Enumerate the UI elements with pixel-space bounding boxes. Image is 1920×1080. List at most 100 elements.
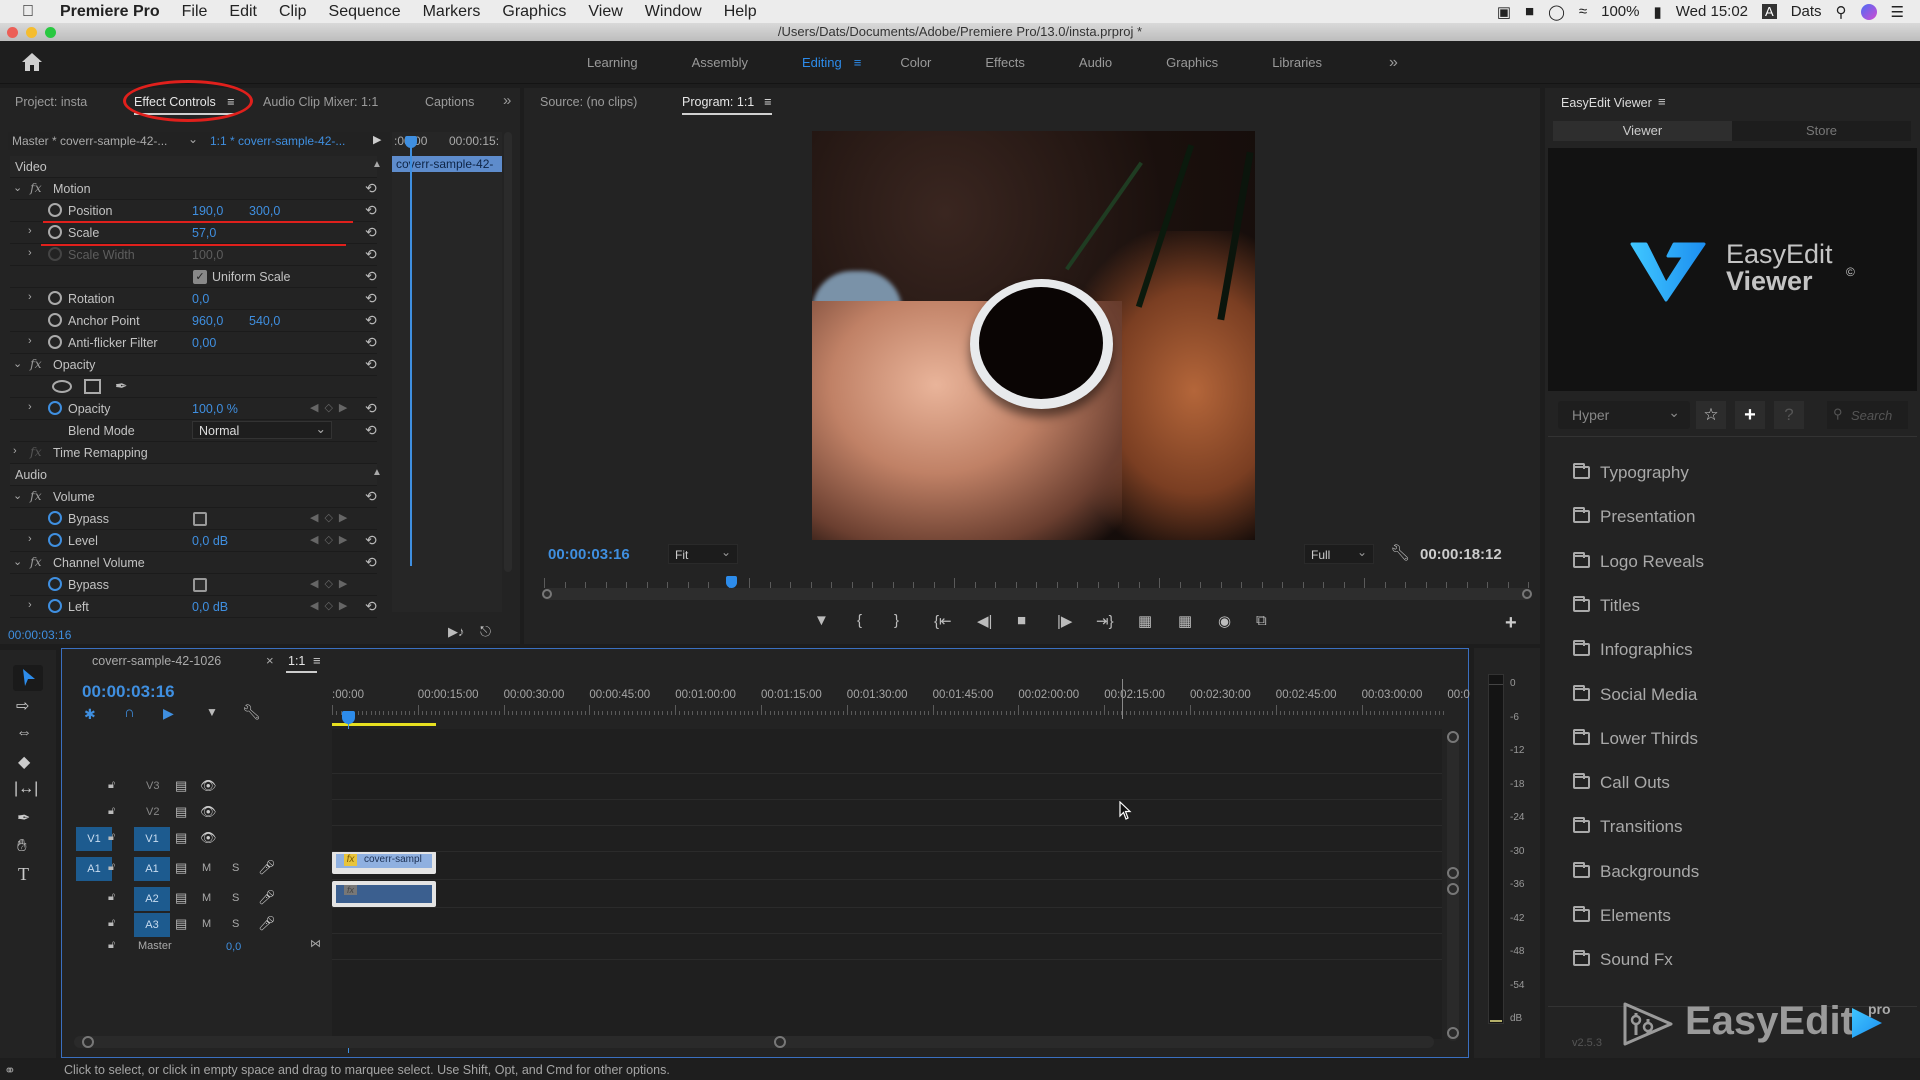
fx-icon[interactable]: fx (30, 180, 42, 195)
razor-tool-icon[interactable]: ◆ (18, 752, 30, 772)
siri-icon[interactable] (1860, 3, 1877, 20)
workspace-tab-audio[interactable]: Audio (1079, 55, 1112, 70)
chevron-right-icon[interactable]: › (13, 445, 17, 457)
vscroll-handle-top[interactable] (1447, 731, 1459, 743)
menu-help[interactable]: Help (724, 3, 757, 21)
go-to-out-icon[interactable]: ⇥} (1096, 612, 1114, 630)
workspace-tab-editing[interactable]: Editing ≡ (802, 55, 861, 70)
audio-clip[interactable]: fx (332, 881, 436, 907)
keyframe-nav-icon[interactable]: ◀◇▶ (310, 401, 353, 414)
chevron-down-icon[interactable]: ⌄ (13, 357, 22, 370)
panel-menu-icon[interactable]: ≡ (764, 95, 771, 109)
effect-controls-scrollbar[interactable] (504, 132, 512, 572)
solo-button[interactable]: S (232, 892, 239, 904)
reset-icon[interactable]: ⟲ (365, 532, 385, 550)
eye-icon[interactable]: 👁︎ (200, 804, 217, 820)
stopwatch-icon[interactable] (48, 203, 62, 217)
sync-lock-icon[interactable]: ▤ (175, 778, 187, 794)
effect-motion[interactable]: ⌄ fx Motion ⟲ (10, 178, 377, 200)
easyedit-search-input[interactable]: ⚲ Search (1827, 401, 1908, 429)
rotation-value[interactable]: 0,0 (192, 292, 209, 306)
sync-lock-icon[interactable]: ▤ (175, 890, 187, 906)
workspace-menu-icon[interactable]: ≡ (854, 55, 862, 70)
chevron-right-icon[interactable]: › (28, 599, 32, 611)
program-current-timecode[interactable]: 00:00:03:16 (548, 546, 630, 563)
add-marker-icon[interactable]: ▼ (814, 612, 829, 629)
snap-magnet-icon[interactable]: ∩ (124, 704, 135, 721)
bypass-checkbox[interactable] (193, 578, 207, 592)
folder-item[interactable]: Backgrounds (1573, 859, 1873, 887)
reset-icon[interactable]: ⟲ (365, 400, 385, 418)
input-source-icon[interactable]: A (1762, 4, 1777, 19)
add-marker-icon[interactable]: ▼ (206, 705, 218, 719)
microphone-icon[interactable]: 🎤︎ (258, 915, 276, 932)
apple-icon[interactable]:  (22, 3, 42, 21)
track-target[interactable]: V1 (134, 827, 170, 851)
lock-icon[interactable]: 🔓︎ (108, 939, 115, 952)
effect-volume[interactable]: ⌄ fx Volume ⟲ (10, 486, 377, 508)
reset-icon[interactable]: ⟲ (365, 554, 385, 572)
go-to-in-icon[interactable]: {⇤ (934, 612, 952, 630)
workspace-overflow-button[interactable]: » (1389, 54, 1398, 72)
anchor-x-value[interactable]: 960,0 (192, 314, 223, 328)
add-button[interactable]: + (1735, 401, 1765, 429)
nest-sequence-icon[interactable]: ✱ (84, 706, 96, 723)
master-expand-icon[interactable]: ⋈ (310, 937, 321, 950)
mute-button[interactable]: M (202, 918, 211, 930)
workspace-tab-libraries[interactable]: Libraries (1272, 55, 1322, 70)
effect-controls-timecode[interactable]: 00:00:03:16 (8, 628, 71, 642)
pen-mask-icon[interactable]: ✒ (115, 377, 128, 395)
effect-time-remapping[interactable]: › fx Time Remapping (10, 442, 377, 464)
play-clip-audio-icon[interactable]: ▶♪ (448, 624, 465, 640)
source-patch[interactable]: V1 (76, 827, 112, 851)
slip-tool-icon[interactable]: |↔| (14, 780, 38, 798)
reset-icon[interactable]: ⟲ (365, 422, 385, 440)
easyedit-tab-store[interactable]: Store (1732, 121, 1911, 141)
menu-app-name[interactable]: Premiere Pro (60, 3, 160, 21)
linked-selection-icon[interactable]: ▶ (163, 705, 174, 722)
mark-out-icon[interactable]: } (894, 612, 899, 629)
lock-icon[interactable]: 🔓︎ (108, 779, 115, 792)
user-name[interactable]: Dats (1791, 3, 1822, 20)
menu-edit[interactable]: Edit (229, 3, 257, 21)
sequence-clip-label[interactable]: 1:1 * coverr-sample-42-... (210, 134, 345, 148)
source-patch[interactable]: A1 (76, 857, 112, 881)
chevron-right-icon[interactable]: › (28, 225, 32, 237)
chevron-down-icon[interactable]: ⌄ (188, 132, 198, 146)
minimize-window-button[interactable] (26, 27, 37, 38)
chevron-down-icon[interactable]: ⌄ (13, 489, 22, 502)
export-icon[interactable]: ⎋ (480, 623, 491, 640)
ellipse-mask-icon[interactable] (52, 380, 72, 393)
comparison-view-icon[interactable]: ⧉ (1256, 612, 1267, 629)
folder-item[interactable]: Call Outs (1573, 770, 1873, 798)
export-frame-camera-icon[interactable]: ◉ (1218, 612, 1231, 630)
pen-tool-icon[interactable]: ✒ (17, 808, 30, 828)
mute-button[interactable]: M (202, 862, 211, 874)
program-playhead[interactable] (726, 576, 738, 588)
reset-icon[interactable]: ⟲ (365, 202, 385, 220)
hscroll-handle-left[interactable] (82, 1036, 94, 1048)
button-editor-plus-icon[interactable]: + (1505, 612, 1517, 635)
spotlight-search-icon[interactable]: ⚲ (1836, 3, 1847, 21)
chevron-right-icon[interactable]: › (28, 291, 32, 303)
stopwatch-icon[interactable] (48, 335, 62, 349)
zoom-window-button[interactable] (45, 27, 56, 38)
lock-icon[interactable]: 🔓︎ (108, 891, 115, 904)
folder-item[interactable]: Social Media (1573, 682, 1873, 710)
timeline-horizontal-scrollbar[interactable] (74, 1036, 1434, 1048)
wifi-icon[interactable]: ≈ (1579, 3, 1587, 20)
track-target[interactable]: A2 (134, 887, 170, 911)
panel-menu-icon[interactable]: ≡ (1658, 94, 1666, 109)
screen-record-icon[interactable]: ▣ (1497, 3, 1511, 21)
track-select-tool-icon[interactable]: ⇨ (16, 696, 29, 716)
reset-icon[interactable]: ⟲ (365, 488, 385, 506)
stopwatch-icon[interactable] (48, 599, 62, 613)
mini-clip-bar[interactable]: coverr-sample-42- (392, 156, 502, 172)
keyframe-nav-icon[interactable]: ◀◇▶ (310, 599, 353, 612)
ripple-edit-tool-icon[interactable]: ⇔ (16, 724, 32, 742)
folder-item[interactable]: Titles (1573, 593, 1873, 621)
timeline-vertical-scrollbar[interactable] (1447, 731, 1459, 1041)
close-window-button[interactable] (7, 27, 18, 38)
chevron-right-icon[interactable]: › (28, 401, 32, 413)
reset-icon[interactable]: ⟲ (365, 356, 385, 374)
